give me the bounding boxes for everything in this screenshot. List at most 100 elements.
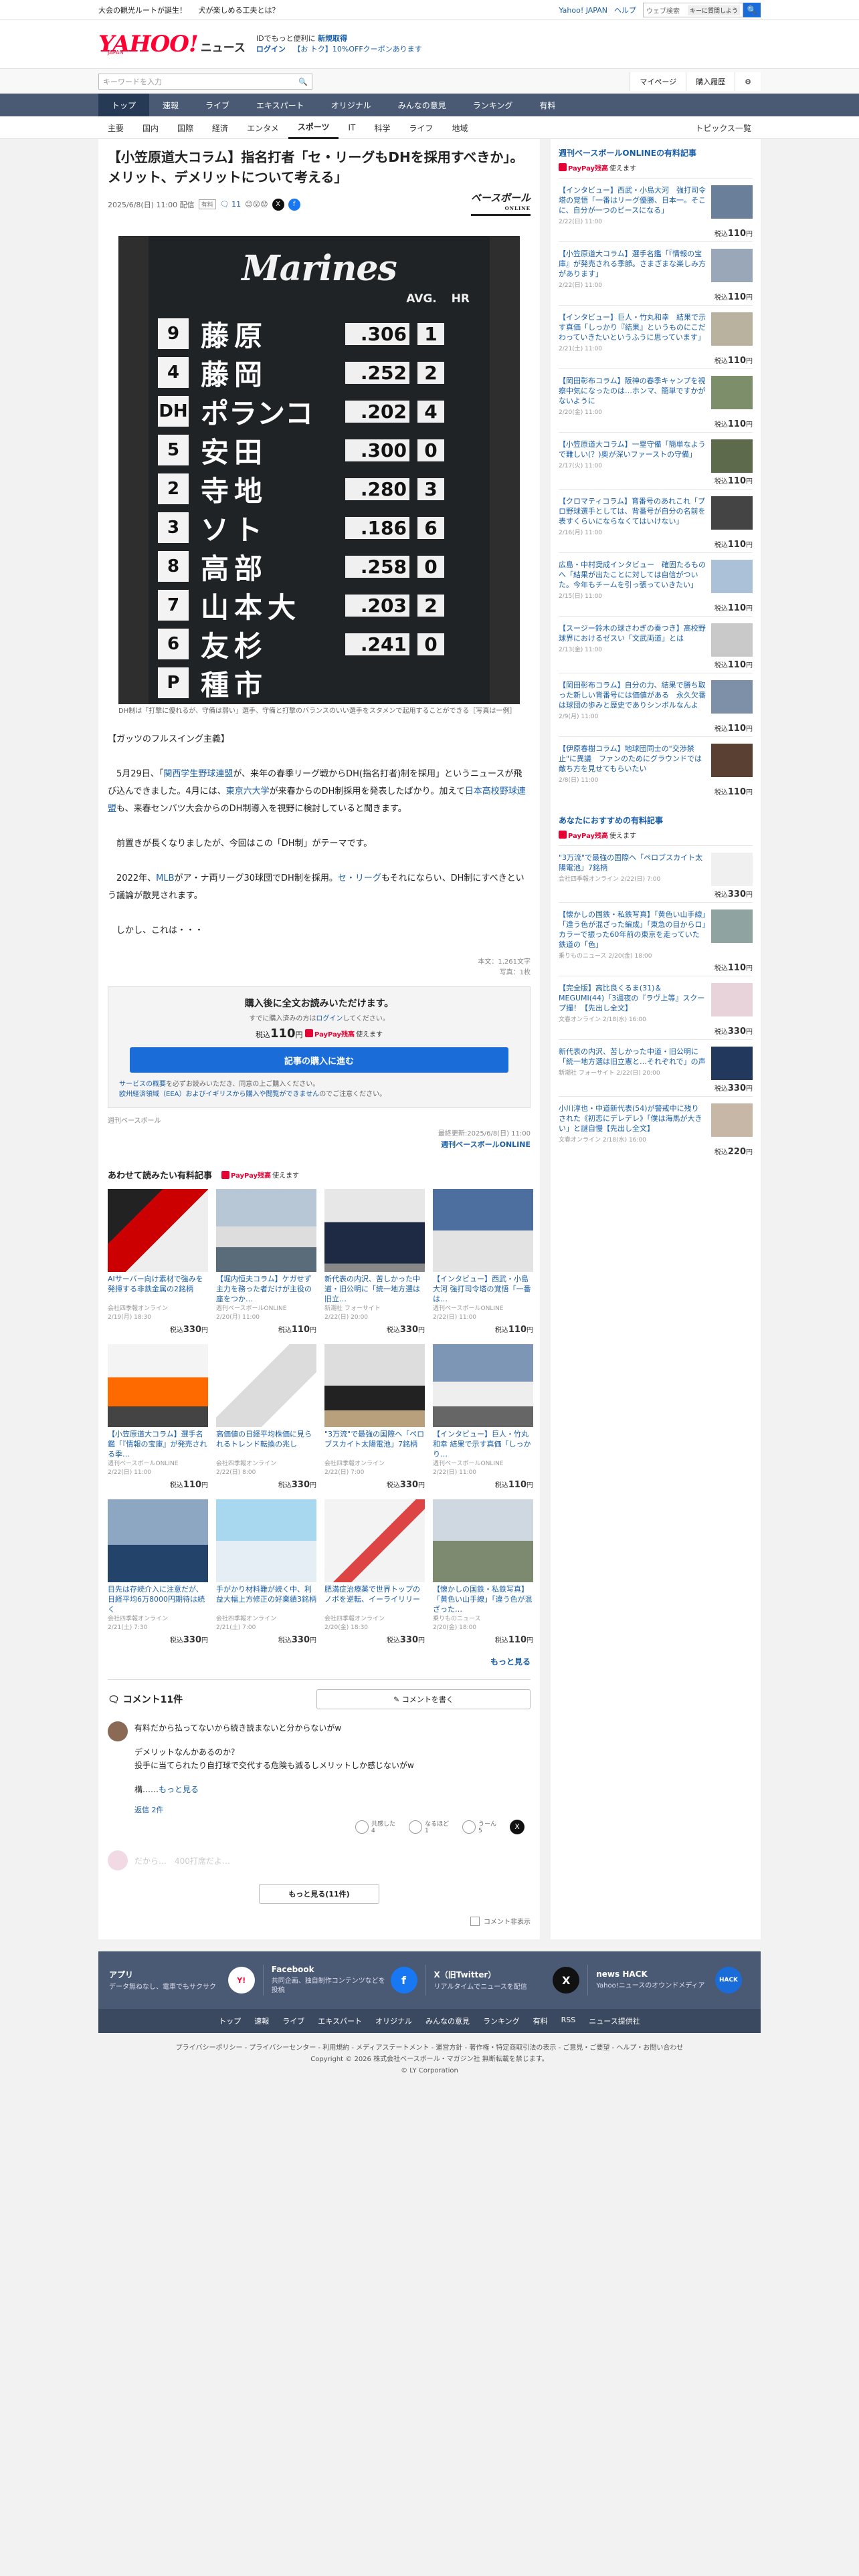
cat-local[interactable]: 地域 (442, 116, 477, 139)
news-search-input[interactable]: キーワードを入力 🔍 (98, 74, 312, 90)
footer-link[interactable]: ライブ (282, 2016, 304, 2026)
side-article[interactable]: 【クロマティコラム】育番号のあれこれ「プロ野球選手としては、背番号が自分の名前を… (559, 489, 753, 552)
mainnav-original[interactable]: オリジナル (318, 94, 385, 116)
cat-economy[interactable]: 経済 (203, 116, 237, 139)
mainnav-live[interactable]: ライブ (192, 94, 243, 116)
write-comment-button[interactable]: ✎ コメントを書く (316, 1689, 531, 1709)
recommend-article[interactable]: 【懐かしの国鉄・私鉄写真】「黄色い山手線」「違う色が混ざった編成」「東急の目から… (559, 902, 753, 976)
facebook-share-icon[interactable]: f (288, 198, 300, 211)
promo-link-2[interactable]: 犬が楽しめる工夫とは？ (199, 6, 289, 15)
cat-life[interactable]: ライフ (399, 116, 442, 139)
mainnav-paid[interactable]: 有料 (526, 94, 569, 116)
signup-link[interactable]: 新規取得 (318, 34, 347, 43)
hide-comments-toggle[interactable]: コメント非表示 (108, 1916, 531, 1926)
footer-link[interactable]: 速報 (254, 2016, 269, 2026)
mainnav-expert[interactable]: エキスパート (243, 94, 318, 116)
mainnav-ranking[interactable]: ランキング (460, 94, 527, 116)
side-article[interactable]: 【インタビュー】西武・小島大河 強打司令塔の覚悟「一番はリーグ優勝、日本一。そこ… (559, 178, 753, 241)
cat-world[interactable]: 国際 (168, 116, 203, 139)
login-link[interactable]: ログイン (256, 45, 286, 53)
recommend-article[interactable]: 新代表の内沢、苦しかった中道・旧公明に「統一地方選は旧立憲と…それぞれで」の声新… (559, 1039, 753, 1096)
mainnav-opinions[interactable]: みんなの意見 (385, 94, 460, 116)
related-article-card[interactable]: "3万流"で最強の国際ヘ「ペロブスカイト太陽電池」7銘柄 会社四季報オンライン 2/… (324, 1344, 425, 1490)
promo-link-1[interactable]: 大会の観光ルートが誕生！ (98, 6, 196, 15)
related-article-card[interactable]: 目先は存続介入に注意だが、日経平均6万8000円期待は続く 会社四季報オンライン 2… (108, 1499, 208, 1645)
recommend-article[interactable]: "3万流"で最強の国際ヘ「ペロブスカイト太陽電池」7銘柄 会社四季報オンライン 2… (559, 845, 753, 902)
reaction-hmm[interactable]: うーん 5 (462, 1819, 496, 1834)
related-article-card[interactable]: 【懐かしの国鉄・私鉄写真】「黄色い山手線」「違う色が混ざった… 乗りものニュース 2… (433, 1499, 533, 1645)
mainnav-breaking[interactable]: 速報 (149, 94, 192, 116)
side-article[interactable]: 【小笠原道大コラム】一塁守備「簡単なようで難しい(？)奥が深いファーストの守備」… (559, 432, 753, 489)
yahoo-news-logo[interactable]: YAHOO! JAPAN ニュース (98, 33, 246, 56)
footer-app[interactable]: アプリ データ無ねなし、電車でもサクサク Y! (109, 1965, 264, 1996)
footer-link[interactable]: エキスパート (318, 2016, 362, 2026)
mainnav-top[interactable]: トップ (98, 94, 150, 116)
related-more-link[interactable]: もっと見る (108, 1656, 531, 1667)
footer-link[interactable]: ランキング (483, 2016, 520, 2026)
related-article-card[interactable]: 【インタビュー】巨人・竹丸和幸 結果で示す真価「しっかり… 週刊ベースボールONL… (433, 1344, 533, 1490)
legal-links[interactable]: プライバシーポリシー - プライバシーセンター - 利用規約 - メディアステー… (98, 2042, 761, 2054)
ai-assist-button[interactable]: キーに質問しよう (687, 5, 740, 15)
reaction-insight[interactable]: なるほど 1 (409, 1819, 449, 1834)
help-link[interactable]: ヘルプ (614, 5, 636, 15)
related-article-card[interactable]: 高価値の日経平均株価に見られるトレンド転換の兆し 会社四季報オンライン 2/22(日… (216, 1344, 316, 1490)
link-kansai-league[interactable]: 関西学生野球連盟 (163, 769, 233, 779)
related-article-card[interactable]: 肥満症治療薬で世界トップのノボを逆転、イーライリリー 会社四季報オンライン 2/20… (324, 1499, 425, 1645)
footer-facebook[interactable]: Facebook 共同企画、独自制作コンテンツなどを投稿 f (272, 1965, 426, 1996)
link-central-league[interactable]: セ・リーグ (338, 873, 381, 883)
related-article-card[interactable]: 新代表の内沢、苦しかった中道・旧公明に「統一地方選は旧立… 新潮社 フォーサイト 2… (324, 1189, 425, 1335)
footer-link[interactable]: RSS (561, 2016, 576, 2026)
related-article-card[interactable]: 【堀内恒夫コラム】ケガせず主力を務った者だけが主役の座をつか… 週刊ベースボールO… (216, 1189, 316, 1335)
side-article[interactable]: 【岡田彰布コラム】阪神の春季キャンプを視察中気になったのは…ホンマ、簡単ですかが… (559, 368, 753, 432)
eea-notice-link[interactable]: 欧州経済領域（EEA）およびイギリスから購入や閲覧ができません (119, 1091, 319, 1098)
comment-more-link[interactable]: もっと見る (159, 1785, 199, 1794)
related-article-card[interactable]: 【インタビュー】西武・小島大河 強打司令塔の覚悟「一番は… 週刊ベースボールONL… (433, 1189, 533, 1335)
purchase-button[interactable]: 記事の購入に進む (130, 1047, 508, 1073)
footer-x[interactable]: X（旧Twitter） リアルタイムでニュースを配信 X (434, 1965, 589, 1996)
side-article[interactable]: 【岡田彰布コラム】自分の力、結果で勝ち取った新しい背番号には価値がある 永久欠番… (559, 673, 753, 736)
side-article[interactable]: 広島・中村奨成インタビュー 確固たるものへ「結果が出たことに対しては自信がついた… (559, 552, 753, 616)
coupon-link[interactable]: 【お トク】10%OFFクーポンあります (293, 45, 421, 53)
reaction-icons[interactable]: 😊😲😟 (245, 200, 268, 209)
cat-it[interactable]: IT (339, 116, 365, 139)
related-article-card[interactable]: 手がかり材料難が続く中、利益大幅上方修正の好業績3銘柄 会社四季報オンライン 2/2… (216, 1499, 316, 1645)
more-comments-button[interactable]: もっと見る(11件) (259, 1884, 379, 1904)
cat-science[interactable]: 科学 (365, 116, 399, 139)
comment-count-link[interactable]: 🗨 11 (220, 200, 241, 209)
x-share-icon[interactable]: X (272, 198, 284, 211)
footer-link[interactable]: ニュース提供社 (589, 2016, 640, 2026)
x-share-icon[interactable]: X (510, 1819, 525, 1834)
gear-icon[interactable]: ⚙ (735, 72, 761, 91)
side-article[interactable]: 【伊原春樹コラム】地球団同士の"交渉禁止"に異議 ファンのためにグラウンドでは敵… (559, 736, 753, 800)
cat-major[interactable]: 主要 (98, 116, 133, 139)
recommend-article[interactable]: 【完全版】高比良くるま(31)＆MEGUMI(44)「3週夜の『ラヴ上等』スクー… (559, 976, 753, 1039)
publisher-logo[interactable]: ベースボール ONLINE (470, 193, 531, 216)
web-search-input[interactable]: ウェブ検索 キーに質問しよう (643, 3, 743, 17)
recommend-article[interactable]: 小川淳也・中道新代表(54)が警戒中に残りされた《初恋にデレデレ》「僕は海馬が大… (559, 1096, 753, 1160)
footer-link[interactable]: オリジナル (375, 2016, 412, 2026)
related-article-card[interactable]: AIサーバー向け素材で強みを発揮する非鉄金属の2銘柄 会社四季報オンライン 2/19… (108, 1189, 208, 1335)
purchase-login-link[interactable]: ログイン (316, 1015, 343, 1023)
purchase-history-link[interactable]: 購入履歴 (686, 72, 735, 91)
topics-list-link[interactable]: トピックス一覧 (686, 116, 761, 139)
footer-link[interactable]: 有料 (533, 2016, 548, 2026)
service-overview-link[interactable]: サービスの概要 (119, 1081, 166, 1088)
side-heading[interactable]: 週刊ベースボールONLINEの有料記事 (559, 147, 753, 158)
publisher-link[interactable]: 週刊ベースボールONLINE (108, 1139, 531, 1150)
search-icon[interactable]: 🔍 (298, 78, 308, 86)
avatar[interactable] (108, 1721, 128, 1741)
mypage-link[interactable]: マイページ (630, 72, 686, 91)
footer-link[interactable]: トップ (219, 2016, 241, 2026)
web-search-button[interactable]: 🔍 (743, 3, 761, 17)
cat-domestic[interactable]: 国内 (133, 116, 168, 139)
cat-sports[interactable]: スポーツ (288, 116, 339, 139)
related-article-card[interactable]: 【小笠原道大コラム】選手名鑑「『情報の宝庫』が発売される季… 週刊ベースボールON… (108, 1344, 208, 1490)
side-article[interactable]: 【スージー鈴木の球さわぎの奏つき】高校野球界におけるゼスい「文武両道」とは 2/1… (559, 616, 753, 673)
link-tokyo-big6[interactable]: 東京六大学 (226, 786, 270, 796)
link-mlb[interactable]: MLB (156, 873, 174, 883)
side-article[interactable]: 【インタビュー】巨人・竹丸和幸 結果で示す真価「しっかり『結果』というものにこだ… (559, 305, 753, 368)
cat-entertainment[interactable]: エンタメ (237, 116, 288, 139)
yahoo-japan-link[interactable]: Yahoo! JAPAN (559, 6, 607, 15)
reaction-agree[interactable]: 共感した 4 (355, 1819, 395, 1834)
footer-newshack[interactable]: news HACK Yahoo!ニュースのオウンドメディア HACK (596, 1965, 750, 1996)
